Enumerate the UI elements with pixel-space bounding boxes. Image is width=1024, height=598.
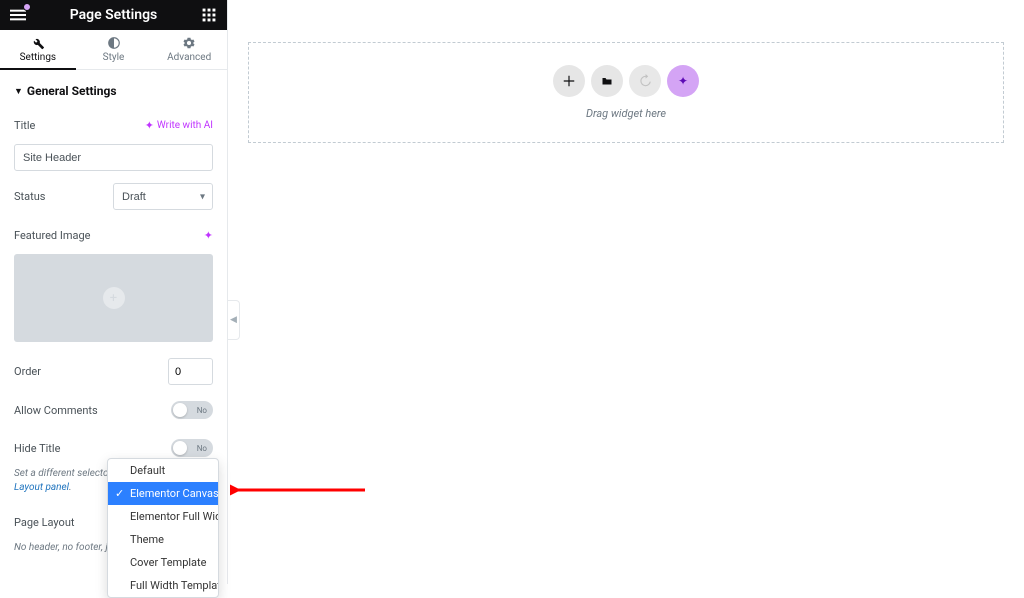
widget-dropzone[interactable]: ✦ Drag widget here [248,42,1004,143]
tab-style[interactable]: Style [76,30,152,69]
write-with-ai-button[interactable]: ✦Write with AI [145,119,213,132]
drag-widget-text: Drag widget here [586,107,666,120]
layout-panel-link[interactable]: Layout panel [14,482,69,493]
control-allow-comments-row: Allow Comments No [0,391,227,429]
editor-canvas: ✦ Drag widget here [228,0,1024,584]
gear-icon [182,36,196,50]
plus-icon [562,74,576,88]
status-select[interactable]: Draft [113,183,213,210]
panel-tabs: Settings Style Advanced [0,30,227,70]
dd-item-cover-template[interactable]: Cover Template [108,551,218,574]
page-layout-dropdown: Default Elementor Canvas Elementor Full … [107,458,219,598]
dd-item-default[interactable]: Default [108,459,218,482]
notification-dot-icon [23,3,31,11]
contrast-icon [107,36,121,50]
caret-down-icon: ▼ [14,86,23,97]
sparkle-icon[interactable]: ✦ [204,229,213,242]
sparkle-icon: ✦ [678,74,688,88]
page-layout-label: Page Layout [14,516,75,529]
dd-item-elementor-full-width[interactable]: Elementor Full Width [108,505,218,528]
ai-button[interactable]: ✦ [667,65,699,97]
section-general-settings[interactable]: ▼ General Settings [0,70,227,106]
folder-icon [601,75,613,87]
history-button[interactable] [629,65,661,97]
panel-title: Page Settings [70,7,158,23]
control-title-row: Title ✦Write with AI [0,106,227,144]
status-label: Status [14,190,45,203]
dropzone-controls: ✦ [553,65,699,97]
order-input[interactable] [168,358,213,385]
featured-image-dropzone[interactable]: + [14,254,213,342]
dd-item-theme[interactable]: Theme [108,528,218,551]
wrench-icon [31,36,45,50]
tab-advanced[interactable]: Advanced [151,30,227,69]
control-featured-row: Featured Image ✦ [0,216,227,254]
control-order-row: Order [0,352,227,391]
widgets-grid-button[interactable] [199,5,219,25]
history-icon [638,74,652,88]
hide-title-toggle[interactable]: No [171,439,213,457]
dd-item-full-width-template[interactable]: Full Width Template [108,574,218,597]
plus-icon: + [103,287,125,309]
order-label: Order [14,365,41,378]
title-input[interactable] [14,144,213,171]
allow-comments-toggle[interactable]: No [171,401,213,419]
sparkle-icon: ✦ [145,119,154,132]
tab-settings[interactable]: Settings [0,30,76,69]
dd-item-elementor-canvas[interactable]: Elementor Canvas [108,482,218,505]
panel-header: Page Settings [0,0,227,30]
add-template-button[interactable] [591,65,623,97]
panel-collapse-handle[interactable]: ◀ [228,300,240,340]
control-status-row: Status Draft [0,177,227,216]
hide-title-label: Hide Title [14,442,60,455]
menu-button[interactable] [8,5,28,25]
allow-comments-label: Allow Comments [14,404,98,417]
title-label: Title [14,119,35,132]
featured-image-label: Featured Image [14,229,90,242]
add-section-button[interactable] [553,65,585,97]
